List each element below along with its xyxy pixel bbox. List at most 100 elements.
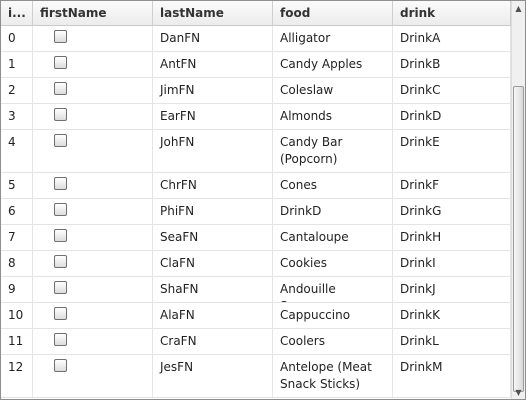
cell-food[interactable]: Cones [273, 173, 393, 198]
table-row[interactable]: 2 JimFN Coleslaw DrinkC [1, 78, 511, 104]
cell-drink[interactable]: DrinkC [393, 78, 511, 103]
cell-lastname[interactable]: AntFN [153, 52, 273, 77]
table-row[interactable]: 10 AlaFN Cappuccino DrinkK [1, 303, 511, 329]
cell-firstname[interactable] [33, 251, 153, 276]
scrollbar-thumb[interactable] [513, 86, 524, 392]
cell-firstname[interactable] [33, 355, 153, 397]
cell-food[interactable]: Cookies [273, 251, 393, 276]
cell-lastname[interactable]: AlaFN [153, 303, 273, 328]
cell-drink[interactable]: DrinkB [393, 52, 511, 77]
cell-lastname[interactable]: CraFN [153, 329, 273, 354]
cell-firstname[interactable] [33, 52, 153, 77]
cell-food[interactable]: Coleslaw [273, 78, 393, 103]
row-checkbox[interactable] [54, 229, 67, 242]
cell-lastname[interactable]: JesFN [153, 355, 273, 397]
table-row[interactable]: 7 SeaFN Cantaloupe DrinkH [1, 225, 511, 251]
cell-firstname[interactable] [33, 225, 153, 250]
scroll-up-icon[interactable]: ▲ [512, 1, 525, 15]
cell-drink[interactable]: DrinkE [393, 130, 511, 172]
column-header-firstname[interactable]: firstName [33, 1, 153, 25]
cell-id[interactable]: 6 [1, 199, 33, 224]
table-row[interactable]: 0 DanFN Alligator DrinkA [1, 26, 511, 52]
table-row[interactable]: 4 JohFN Candy Bar (Popcorn) DrinkE [1, 130, 511, 173]
row-checkbox[interactable] [54, 56, 67, 69]
cell-id[interactable]: 8 [1, 251, 33, 276]
table-row[interactable]: 11 CraFN Coolers DrinkL [1, 329, 511, 355]
cell-id[interactable]: 4 [1, 130, 33, 172]
cell-lastname[interactable]: ChrFN [153, 173, 273, 198]
cell-lastname[interactable]: PhiFN [153, 199, 273, 224]
row-checkbox[interactable] [54, 30, 67, 43]
cell-id[interactable]: 9 [1, 277, 33, 302]
cell-drink[interactable]: DrinkL [393, 329, 511, 354]
cell-food[interactable]: DrinkD [273, 199, 393, 224]
row-checkbox[interactable] [54, 203, 67, 216]
cell-firstname[interactable] [33, 26, 153, 51]
cell-drink[interactable]: DrinkM [393, 355, 511, 397]
row-checkbox[interactable] [54, 108, 67, 121]
vertical-scrollbar[interactable]: ▲ ▼ [511, 1, 525, 399]
cell-drink[interactable]: DrinkG [393, 199, 511, 224]
scroll-down-icon[interactable]: ▼ [512, 385, 525, 399]
cell-firstname[interactable] [33, 277, 153, 302]
cell-firstname[interactable] [33, 329, 153, 354]
row-checkbox[interactable] [54, 82, 67, 95]
column-header-lastname[interactable]: lastName [153, 1, 273, 25]
cell-firstname[interactable] [33, 173, 153, 198]
cell-lastname[interactable]: ShaFN [153, 277, 273, 302]
cell-drink[interactable]: DrinkJ [393, 277, 511, 302]
cell-food[interactable]: Antelope (Meat Snack Sticks) [273, 355, 393, 397]
cell-drink[interactable]: DrinkI [393, 251, 511, 276]
cell-lastname[interactable]: ClaFN [153, 251, 273, 276]
cell-firstname[interactable] [33, 78, 153, 103]
row-checkbox[interactable] [54, 307, 67, 320]
cell-id[interactable]: 12 [1, 355, 33, 397]
cell-drink[interactable]: DrinkH [393, 225, 511, 250]
row-checkbox[interactable] [54, 255, 67, 268]
row-checkbox[interactable] [54, 281, 67, 294]
cell-id[interactable]: 3 [1, 104, 33, 129]
row-checkbox[interactable] [54, 333, 67, 346]
cell-food[interactable]: Alligator [273, 26, 393, 51]
cell-food[interactable]: Cantaloupe [273, 225, 393, 250]
cell-lastname[interactable]: DanFN [153, 26, 273, 51]
cell-lastname[interactable]: EarFN [153, 104, 273, 129]
cell-food[interactable]: Candy Apples [273, 52, 393, 77]
cell-drink[interactable]: DrinkF [393, 173, 511, 198]
table-row[interactable]: 9 ShaFN Andouille Sausage DrinkJ [1, 277, 511, 303]
cell-lastname[interactable]: JohFN [153, 130, 273, 172]
cell-drink[interactable]: DrinkK [393, 303, 511, 328]
cell-id[interactable]: 7 [1, 225, 33, 250]
table-row[interactable]: 1 AntFN Candy Apples DrinkB [1, 52, 511, 78]
cell-food[interactable]: Coolers [273, 329, 393, 354]
row-checkbox[interactable] [54, 134, 67, 147]
cell-id[interactable]: 5 [1, 173, 33, 198]
table-row[interactable]: 8 ClaFN Cookies DrinkI [1, 251, 511, 277]
column-header-drink[interactable]: drink [393, 1, 511, 25]
row-checkbox[interactable] [54, 177, 67, 190]
table-row[interactable]: 6 PhiFN DrinkD DrinkG [1, 199, 511, 225]
cell-id[interactable]: 11 [1, 329, 33, 354]
cell-id[interactable]: 1 [1, 52, 33, 77]
column-header-id[interactable]: i... [1, 1, 33, 25]
row-checkbox[interactable] [54, 359, 67, 372]
cell-lastname[interactable]: SeaFN [153, 225, 273, 250]
cell-id[interactable]: 10 [1, 303, 33, 328]
cell-drink[interactable]: DrinkA [393, 26, 511, 51]
table-row[interactable]: 3 EarFN Almonds DrinkD [1, 104, 511, 130]
cell-food[interactable]: Cappuccino [273, 303, 393, 328]
cell-food[interactable]: Candy Bar (Popcorn) [273, 130, 393, 172]
cell-firstname[interactable] [33, 199, 153, 224]
cell-id[interactable]: 0 [1, 26, 33, 51]
cell-id[interactable]: 2 [1, 78, 33, 103]
table-row[interactable]: 12 JesFN Antelope (Meat Snack Sticks) Dr… [1, 355, 511, 398]
table-row[interactable]: 5 ChrFN Cones DrinkF [1, 173, 511, 199]
column-header-food[interactable]: food [273, 1, 393, 25]
cell-firstname[interactable] [33, 104, 153, 129]
cell-food[interactable]: Andouille Sausage [273, 277, 393, 302]
cell-firstname[interactable] [33, 130, 153, 172]
cell-firstname[interactable] [33, 303, 153, 328]
cell-food[interactable]: Almonds [273, 104, 393, 129]
cell-drink[interactable]: DrinkD [393, 104, 511, 129]
cell-lastname[interactable]: JimFN [153, 78, 273, 103]
